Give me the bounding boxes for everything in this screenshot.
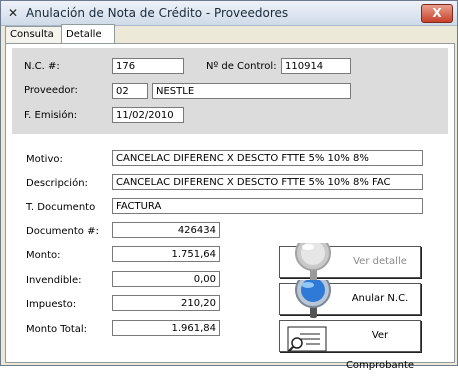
- detalle-panel: N.C. #: 176 Nº de Control: 110914 Provee…: [5, 43, 455, 371]
- emision-label: F. Emisión:: [24, 110, 78, 121]
- nc-field[interactable]: 176: [112, 58, 184, 74]
- proveedor-name-field[interactable]: NESTLE: [152, 83, 351, 99]
- anular-nc-label: Anular N.C.: [351, 293, 409, 304]
- invendible-field[interactable]: 0,00: [112, 271, 220, 287]
- motivo-label: Motivo:: [26, 154, 63, 165]
- proveedor-code-field[interactable]: 02: [112, 83, 148, 99]
- impuesto-field[interactable]: 210,20: [112, 295, 220, 311]
- total-field[interactable]: 1.961,84: [112, 320, 220, 336]
- monto-label: Monto:: [26, 250, 61, 261]
- tab-detalle[interactable]: Detalle: [61, 24, 115, 44]
- header-panel: N.C. #: 176 Nº de Control: 110914 Provee…: [12, 48, 448, 134]
- documento-label: Documento #:: [26, 226, 99, 237]
- x-mark-icon: ✕: [8, 6, 19, 20]
- descripcion-field[interactable]: CANCELAC DIFERENC X DESCTO FTTE 5% 10% 8…: [112, 174, 423, 190]
- tdoc-label: T. Documento: [26, 202, 96, 213]
- total-label: Monto Total:: [26, 324, 88, 335]
- monto-field[interactable]: 1.751,64: [112, 246, 220, 262]
- window-title: Anulación de Nota de Crédito - Proveedor…: [26, 6, 289, 20]
- ver-comprobante-label: Ver Comprobante: [345, 330, 415, 371]
- emision-field[interactable]: 11/02/2010: [112, 107, 184, 123]
- ver-detalle-button[interactable]: Ver detalle: [279, 243, 421, 281]
- title-bar[interactable]: ✕ Anulación de Nota de Crédito - Proveed…: [1, 1, 457, 26]
- ver-detalle-label: Ver detalle: [353, 256, 407, 267]
- magnifier-gray-icon: [290, 243, 336, 283]
- close-button[interactable]: X: [421, 4, 453, 23]
- descripcion-label: Descripción:: [26, 178, 88, 189]
- nc-label: N.C. #:: [24, 61, 60, 72]
- magnifier-blue-icon: [290, 280, 336, 320]
- control-field[interactable]: 110914: [281, 58, 351, 74]
- impuesto-label: Impuesto:: [26, 299, 77, 310]
- invendible-label: Invendible:: [26, 275, 82, 286]
- tab-consulta[interactable]: Consulta: [5, 26, 63, 43]
- tdoc-field[interactable]: FACTURA: [112, 198, 423, 214]
- control-label: Nº de Control:: [206, 61, 277, 72]
- ver-comprobante-button[interactable]: Ver Comprobante: [279, 320, 421, 371]
- proveedor-label: Proveedor:: [24, 85, 78, 96]
- dialog-window: ✕ Anulación de Nota de Crédito - Proveed…: [0, 0, 458, 371]
- anular-nc-button[interactable]: Anular N.C.: [279, 280, 421, 318]
- document-magnifier-icon: [286, 323, 332, 363]
- motivo-field[interactable]: CANCELAC DIFERENC X DESCTO FTTE 5% 10% 8…: [112, 150, 423, 166]
- documento-field[interactable]: 426434: [112, 222, 220, 238]
